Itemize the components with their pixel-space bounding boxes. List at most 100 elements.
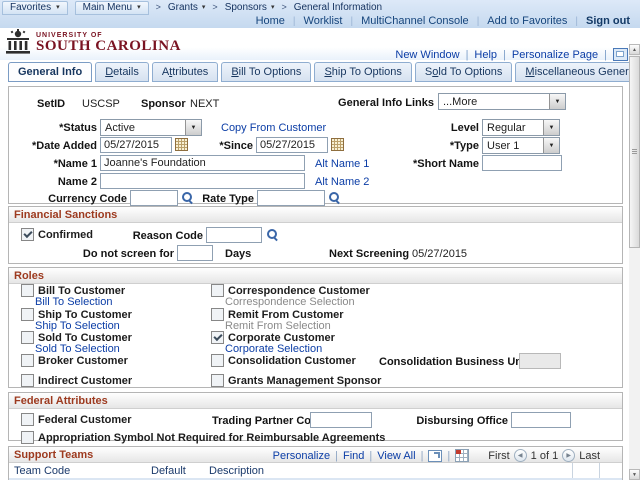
zoom-grid-icon[interactable] <box>428 449 443 462</box>
scroll-down-button[interactable]: ▼ <box>629 469 640 480</box>
consolidation-business-unit-label: Consolidation Business Unit <box>379 356 529 368</box>
role-label: Correspondence Customer <box>228 284 370 297</box>
breadcrumb-grants-label: Grants <box>167 2 198 13</box>
tab-ship-to-options[interactable]: Ship To Options <box>314 62 412 82</box>
setid-label: SetID <box>37 98 66 110</box>
ship-to-customer-checkbox[interactable] <box>21 308 34 321</box>
alt-name2-link[interactable]: Alt Name 2 <box>315 176 369 188</box>
short-name-input[interactable] <box>482 155 562 171</box>
tab-sold-to-options[interactable]: Sold To Options <box>414 62 513 82</box>
rate-type-label: Rate Type <box>202 193 254 205</box>
correspondence-selection-text: Correspondence Selection <box>225 296 355 308</box>
scrollbar-thumb[interactable] <box>629 56 640 248</box>
chevron-down-icon: ▾ <box>270 4 275 11</box>
appropriation-symbol-checkbox[interactable] <box>21 431 34 444</box>
rate-type-input[interactable] <box>257 190 325 206</box>
vertical-scrollbar[interactable]: ▲ ▼ <box>629 44 640 480</box>
grants-management-sponsor-checkbox[interactable] <box>211 374 224 387</box>
financial-sanctions-header: Financial Sanctions <box>9 207 622 223</box>
tab-label: Attributes <box>161 66 209 78</box>
status-select[interactable]: Active ▼ <box>100 119 202 136</box>
find-link[interactable]: Find <box>343 450 364 462</box>
add-to-favorites-link[interactable]: Add to Favorites <box>487 15 567 27</box>
reason-code-input[interactable] <box>206 227 262 243</box>
divider <box>477 15 480 27</box>
broker-customer-checkbox[interactable] <box>21 354 34 367</box>
role-label: Ship To Customer <box>38 308 132 321</box>
type-select[interactable]: User 1 ▼ <box>482 137 560 154</box>
scroll-up-button[interactable]: ▲ <box>629 44 640 55</box>
trading-partner-code-input[interactable] <box>310 412 372 428</box>
column-team-code[interactable]: Team Code <box>14 465 70 477</box>
rate-type-lookup-icon[interactable] <box>328 191 341 204</box>
grid-toolbar: Personalize Find View All First ◀ 1 of 1… <box>273 449 600 462</box>
trading-partner-code-label: Trading Partner Code <box>212 415 324 427</box>
name1-input[interactable] <box>100 155 305 171</box>
tab-general-info[interactable]: General Info <box>8 62 93 82</box>
section-title: Support Teams <box>14 448 94 461</box>
since-calendar-icon[interactable] <box>331 138 344 151</box>
tab-miscellaneous-general-info[interactable]: Miscellaneous General Info <box>515 62 640 82</box>
breadcrumb: Favorites ▾ Main Menu ▾ Grants ▾ Sponsor… <box>2 0 382 15</box>
next-row-button[interactable]: ▶ <box>562 449 576 462</box>
federal-attributes-box: Federal Attributes Federal Customer Trad… <box>8 392 623 444</box>
tab-attributes[interactable]: Attributes <box>151 62 219 82</box>
section-title: Federal Attributes <box>14 394 108 407</box>
correspondence-customer-checkbox[interactable] <box>211 284 224 297</box>
bill-to-selection-link[interactable]: Bill To Selection <box>35 296 112 308</box>
role-label: Bill To Customer <box>38 284 126 297</box>
sold-to-customer-checkbox[interactable] <box>21 331 34 344</box>
name2-input[interactable] <box>100 173 305 189</box>
copy-from-customer-link[interactable]: Copy From Customer <box>221 122 326 134</box>
personalize-link[interactable]: Personalize <box>273 450 330 462</box>
appropriation-symbol-label: Appropriation Symbol Not Required for Re… <box>38 431 386 444</box>
home-link[interactable]: Home <box>256 15 285 27</box>
breadcrumb-favorites-menu[interactable]: Favorites ▾ <box>2 0 68 15</box>
appropriation-row: Appropriation Symbol Not Required for Re… <box>21 431 385 444</box>
date-added-calendar-icon[interactable] <box>175 138 188 151</box>
remit-from-customer-checkbox[interactable] <box>211 308 224 321</box>
indirect-customer-checkbox[interactable] <box>21 374 34 387</box>
sign-out-link[interactable]: Sign out <box>586 15 630 27</box>
worklist-link[interactable]: Worklist <box>304 15 343 27</box>
role-row: Consolidation Customer <box>211 354 356 367</box>
divider <box>350 15 353 27</box>
general-info-links-select[interactable]: ...More ▼ <box>438 93 566 110</box>
new-window-link[interactable]: New Window <box>395 49 459 61</box>
help-link[interactable]: Help <box>474 49 497 61</box>
reason-code-lookup-icon[interactable] <box>266 228 279 241</box>
days-label: Days <box>225 248 252 260</box>
role-label: Grants Management Sponsor <box>228 374 382 387</box>
date-added-input[interactable] <box>100 137 172 153</box>
personalize-page-link[interactable]: Personalize Page <box>512 49 598 61</box>
disbursing-office-input[interactable] <box>511 412 571 428</box>
federal-customer-checkbox[interactable] <box>21 413 34 426</box>
role-label: Consolidation Customer <box>228 354 356 367</box>
tab-label: Miscellaneous General Info <box>525 66 640 78</box>
download-to-excel-icon[interactable] <box>455 449 470 462</box>
since-input[interactable] <box>256 137 328 153</box>
chevron-down-icon: ▾ <box>137 4 141 11</box>
row-counter: 1 of 1 <box>530 449 559 462</box>
multichannel-console-link[interactable]: MultiChannel Console <box>361 15 469 27</box>
divider <box>369 450 372 462</box>
dropdown-arrow-icon: ▼ <box>543 138 559 153</box>
breadcrumb-item-grants[interactable]: Grants ▾ <box>168 2 206 13</box>
tab-details[interactable]: Details <box>95 62 149 82</box>
corporate-customer-checkbox[interactable] <box>211 331 224 344</box>
confirmed-checkbox[interactable] <box>21 228 34 241</box>
column-default[interactable]: Default <box>151 465 186 477</box>
bill-to-customer-checkbox[interactable] <box>21 284 34 297</box>
level-select[interactable]: Regular ▼ <box>482 119 560 136</box>
view-all-link[interactable]: View All <box>377 450 415 462</box>
breadcrumb-item-sponsors[interactable]: Sponsors ▾ <box>225 2 275 13</box>
currency-code-input[interactable] <box>130 190 178 206</box>
column-description[interactable]: Description <box>209 465 264 477</box>
consolidation-customer-checkbox[interactable] <box>211 354 224 367</box>
breadcrumb-main-menu[interactable]: Main Menu ▾ <box>74 0 149 15</box>
http-window-icon[interactable] <box>613 48 628 61</box>
previous-row-button[interactable]: ◀ <box>513 449 527 462</box>
tab-bill-to-options[interactable]: Bill To Options <box>221 62 312 82</box>
do-not-screen-input[interactable] <box>177 245 213 261</box>
currency-code-lookup-icon[interactable] <box>181 191 194 204</box>
